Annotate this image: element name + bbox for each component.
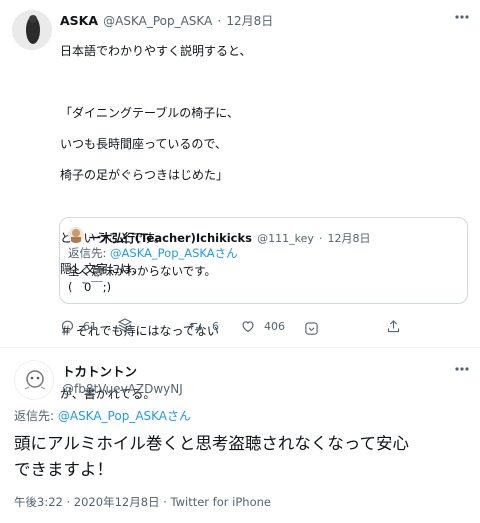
- more-dots-icon[interactable]: [452, 10, 472, 24]
- quoted-tweet[interactable]: 一木弘行(Teacher)Ichikicks @111_key · 12月8日 …: [59, 217, 468, 304]
- reply-icon: [61, 320, 74, 333]
- reply-text-line: 頭にアルミホイル巻くと思考盗聴されなくなって安心: [14, 434, 410, 453]
- quote-reply-line: 返信先: @ASKA_Pop_ASKAさん: [68, 246, 238, 261]
- reply-text-line: できますよ！: [14, 460, 113, 479]
- reply-time[interactable]: 午後3:22: [14, 495, 63, 509]
- quote-avatar: [68, 227, 84, 243]
- reply-prefix: 返信先:: [68, 246, 111, 260]
- reply-meta: 午後3:22 · 2020年12月8日 · Twitter for iPhone: [14, 494, 271, 510]
- author-handle[interactable]: @ASKA_Pop_ASKA: [103, 14, 212, 28]
- text-line: いつも長時間座っているので、: [60, 137, 227, 152]
- reaction-icon: [305, 321, 318, 335]
- avatar-image: [15, 361, 53, 399]
- separator: ·: [217, 14, 222, 28]
- tweet-date[interactable]: 12月8日: [226, 14, 273, 28]
- reply-author: トカトントン @fb8tVuevAZDwyNJ: [62, 361, 183, 396]
- retweet-icon: [189, 322, 203, 330]
- text-line: 椅子の足がぐらつきはじめた」: [60, 168, 229, 183]
- reply-button[interactable]: 61: [60, 318, 97, 334]
- quote-text-line-1: 全く意味がわからないです。: [68, 264, 217, 278]
- quote-author-handle: @111_key: [257, 232, 314, 245]
- meta-separator: ·: [66, 495, 71, 509]
- quote-date: 12月8日: [327, 232, 371, 245]
- avatar-image: [12, 10, 52, 50]
- reply-to-line: 返信先: @ASKA_Pop_ASKAさん: [14, 407, 191, 424]
- reply-count: 61: [83, 319, 97, 333]
- quote-separator: ·: [318, 232, 323, 245]
- divider: [0, 347, 480, 348]
- stack-button[interactable]: [117, 316, 133, 334]
- more-dots-icon[interactable]: [452, 362, 472, 376]
- quote-author-name: 一木弘行(Teacher)Ichikicks: [89, 231, 252, 245]
- text-line: 「ダイニングテーブルの椅子に、: [60, 105, 239, 120]
- share-button[interactable]: [386, 318, 401, 334]
- react-button[interactable]: [304, 320, 319, 336]
- text-line: [60, 200, 460, 216]
- tweet-header: ASKA @ASKA_Pop_ASKA · 12月8日: [60, 10, 273, 29]
- reply-to-link[interactable]: @ASKA_Pop_ASKAさん: [58, 409, 191, 423]
- reply-text: 頭にアルミホイル巻くと思考盗聴されなくなって安心 できますよ！: [14, 431, 474, 483]
- reply-to-link[interactable]: @ASKA_Pop_ASKAさん: [110, 246, 238, 260]
- author-name[interactable]: ASKA: [60, 13, 98, 28]
- reply-author-handle[interactable]: @fb8tVuevAZDwyNJ: [62, 382, 183, 396]
- retweet-button[interactable]: 6: [188, 318, 219, 334]
- meta-separator: ·: [163, 495, 167, 509]
- heart-icon: [242, 320, 254, 332]
- retweet-count: 6: [212, 319, 219, 333]
- reply-avatar[interactable]: [14, 360, 54, 400]
- avatar[interactable]: [12, 10, 52, 50]
- like-count: 406: [264, 319, 285, 333]
- share-icon: [387, 319, 400, 332]
- reply-author-name[interactable]: トカトントン: [62, 361, 183, 380]
- reply-source[interactable]: Twitter for iPhone: [170, 495, 271, 509]
- like-button[interactable]: 406: [240, 318, 285, 334]
- quote-text-line-2: ( ̄0￣;): [68, 280, 112, 294]
- stack-icon: [117, 318, 133, 332]
- reply-date[interactable]: 2020年12月8日: [74, 495, 160, 509]
- text-line: [60, 75, 460, 91]
- text-line: 日本語でわかりやすく説明すると、: [60, 43, 252, 58]
- reply-prefix: 返信先:: [14, 409, 58, 423]
